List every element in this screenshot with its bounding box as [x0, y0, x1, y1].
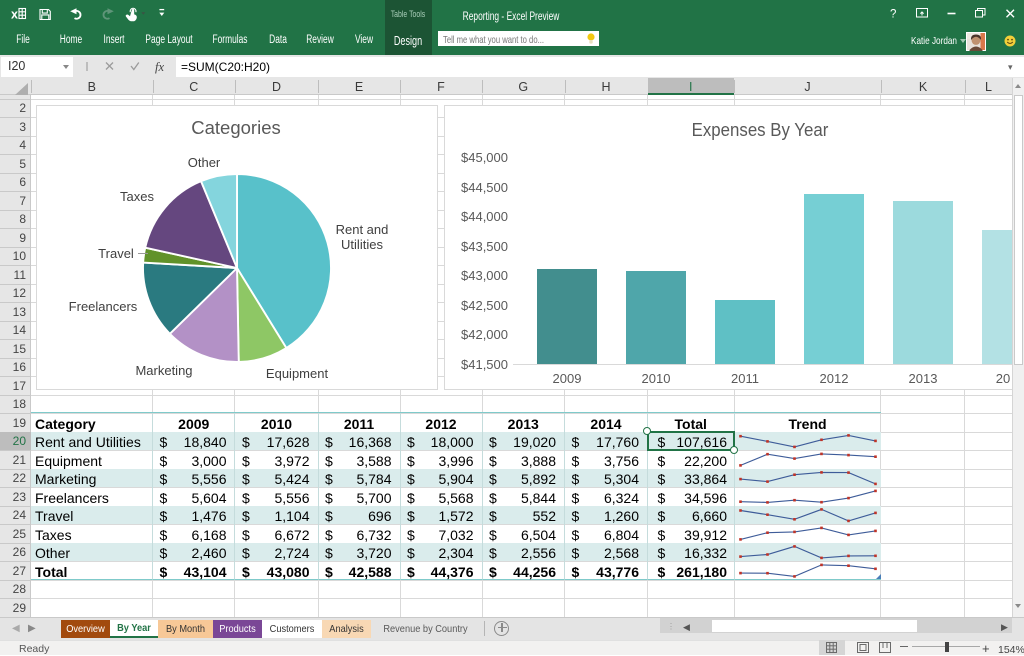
svg-text:fx: fx — [155, 60, 164, 74]
svg-text:x: x — [11, 8, 18, 22]
svg-text:?: ? — [890, 9, 896, 21]
